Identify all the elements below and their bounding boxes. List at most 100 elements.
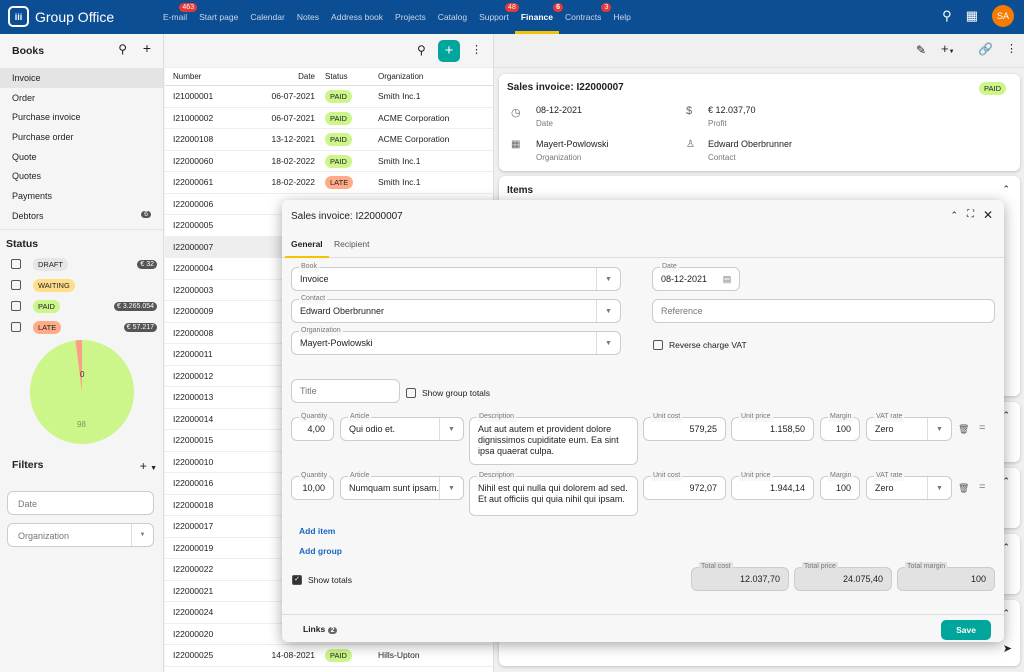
sidebar-item-quote[interactable]: Quote — [0, 147, 163, 167]
link-icon[interactable]: 🔗 — [978, 42, 993, 56]
checkbox[interactable] — [11, 322, 21, 332]
book-label: Purchase invoice — [12, 112, 81, 123]
drag-handle-icon[interactable]: = — [979, 481, 985, 493]
book-select[interactable]: Book Invoice ▼ — [291, 262, 621, 291]
organization-filter-input[interactable]: Organization ▼ — [7, 523, 154, 547]
organization-select[interactable]: Organization Mayert-Powlowski ▼ — [291, 326, 621, 355]
tab-general[interactable]: General — [285, 232, 329, 258]
contact-value[interactable]: Edward Oberbrunner — [708, 139, 792, 149]
status-filter-paid[interactable]: PAID € 3.265.054 — [0, 296, 163, 317]
unit-price-input[interactable]: Unit price 1.158,50 — [731, 412, 814, 441]
checkbox[interactable] — [11, 301, 21, 311]
nav-support[interactable]: Support 48 — [473, 0, 519, 34]
sidebar-item-order[interactable]: Order — [0, 88, 163, 108]
collapse-icon[interactable]: ⌃ — [950, 210, 958, 221]
show-group-totals-checkbox[interactable]: Show group totals — [406, 388, 490, 398]
sidebar-item-invoice[interactable]: Invoice — [0, 68, 163, 88]
description-textarea[interactable]: Description Aut aut autem et provident do… — [469, 412, 638, 465]
apps-grid-icon[interactable]: ▦ — [966, 8, 978, 24]
links-tab[interactable]: Links 2 — [303, 624, 338, 634]
dialog-title: Sales invoice: I22000007 — [291, 211, 403, 222]
close-icon[interactable]: ✕ — [983, 208, 993, 222]
book-label: Order — [12, 92, 36, 103]
quantity-input[interactable]: Quantity 4,00 — [291, 412, 334, 441]
checkbox[interactable] — [11, 280, 21, 290]
more-options-icon[interactable]: ⋮ — [471, 43, 482, 56]
nav-finance[interactable]: Finance 6 — [514, 0, 563, 34]
add-menu-button[interactable]: +▼ — [941, 41, 955, 56]
quantity-input[interactable]: Quantity 10,00 — [291, 471, 334, 500]
vat-rate-select[interactable]: VAT rate Zero ▼ — [866, 471, 952, 500]
nav-contracts[interactable]: Contracts 3 — [559, 0, 612, 34]
add-filter-button[interactable]: + ▼ — [140, 459, 157, 473]
send-icon[interactable]: ➤ — [1003, 642, 1012, 655]
delete-icon[interactable]: 🗑 — [958, 483, 969, 494]
tab-recipient[interactable]: Recipient — [328, 232, 375, 256]
chevron-down-icon: ▼ — [927, 418, 951, 440]
add-item-link[interactable]: Add item — [299, 526, 335, 536]
delete-icon[interactable]: 🗑 — [958, 424, 969, 435]
search-icon[interactable]: ⚲ — [118, 42, 127, 56]
vat-rate-select[interactable]: VAT rate Zero ▼ — [866, 412, 952, 441]
sidebar-item-purchase-order[interactable]: Purchase order — [0, 127, 163, 147]
nav-address-book[interactable]: Address book — [325, 0, 389, 34]
chevron-down-icon: ▼ — [596, 300, 620, 322]
sidebar-item-payments[interactable]: Payments — [0, 186, 163, 206]
nav-projects[interactable]: Projects — [389, 0, 432, 34]
table-row[interactable]: I21000002 06-07-2021 PAID ACME Corporation — [165, 108, 493, 129]
search-icon[interactable]: ⚲ — [417, 43, 426, 57]
column-header[interactable]: Status — [319, 72, 373, 81]
unit-price-input[interactable]: Unit price 1.944,14 — [731, 471, 814, 500]
date-input[interactable]: Date 08-12-2021 ▤ — [652, 262, 740, 291]
table-row[interactable]: I22000025 14-08-2021 PAID Hills-Upton — [165, 645, 493, 667]
sidebar-item-purchase-invoice[interactable]: Purchase invoice — [0, 107, 163, 127]
app-logo[interactable]: iii Group Office — [8, 6, 114, 27]
column-header[interactable]: Organization — [373, 72, 493, 81]
more-options-icon[interactable]: ⋮ — [1006, 42, 1017, 55]
sidebar-item-quotes[interactable]: Quotes — [0, 166, 163, 186]
show-totals-checkbox[interactable]: ✓ Show totals — [292, 575, 352, 585]
margin-input[interactable]: Margin 100 — [820, 471, 860, 500]
unit-cost-input[interactable]: Unit cost 579,25 — [643, 412, 726, 441]
description-textarea[interactable]: Description Nihil est qui nulla qui dolor… — [469, 471, 638, 516]
nav-start-page[interactable]: Start page — [193, 0, 244, 34]
book-label: Payments — [12, 191, 53, 202]
checkbox[interactable] — [11, 259, 21, 269]
add-group-link[interactable]: Add group — [299, 546, 342, 556]
nav-catalog[interactable]: Catalog — [432, 0, 473, 34]
add-icon[interactable]: + — [143, 40, 151, 56]
status-filter-late[interactable]: LATE € 57.217 — [0, 317, 163, 338]
unit-cost-input[interactable]: Unit cost 972,07 — [643, 471, 726, 500]
search-icon[interactable]: ⚲ — [942, 8, 952, 24]
title-input[interactable]: Title — [291, 379, 400, 403]
nav-calendar[interactable]: Calendar — [244, 0, 291, 34]
maximize-icon[interactable]: ⛶ — [967, 209, 974, 220]
organization-value[interactable]: Mayert-Powlowski — [536, 139, 609, 149]
collapse-icon[interactable]: ⌃ — [1002, 184, 1010, 195]
column-header[interactable]: Number — [165, 72, 253, 81]
contact-select[interactable]: Contact Edward Oberbrunner ▼ — [291, 294, 621, 323]
nav-help[interactable]: Help — [607, 0, 636, 34]
add-invoice-button[interactable]: + — [438, 40, 460, 62]
table-row[interactable]: I22000108 13-12-2021 PAID ACME Corporation — [165, 129, 493, 151]
chevron-down-icon[interactable]: ▼ — [131, 524, 153, 546]
nav-e-mail[interactable]: E-mail 463 — [157, 0, 198, 34]
save-button[interactable]: Save — [941, 620, 991, 640]
nav-notes[interactable]: Notes — [291, 0, 325, 34]
status-filter-waiting[interactable]: WAITING — [0, 275, 163, 296]
article-select[interactable]: Article Qui odio et. ▼ — [340, 412, 464, 441]
edit-icon[interactable]: ✎ — [916, 43, 926, 57]
table-row[interactable]: I22000060 18-02-2022 PAID Smith Inc.1 — [165, 151, 493, 172]
sidebar-item-debtors[interactable]: Debtors 6 — [0, 206, 163, 226]
date-filter-input[interactable]: Date — [7, 491, 154, 515]
reference-input[interactable]: Reference — [652, 299, 995, 323]
column-header[interactable]: Date — [253, 72, 319, 81]
margin-input[interactable]: Margin 100 — [820, 412, 860, 441]
status-filter-draft[interactable]: DRAFT € 32 — [0, 254, 163, 275]
table-row[interactable]: I22000061 18-02-2022 LATE Smith Inc.1 — [165, 172, 493, 194]
drag-handle-icon[interactable]: = — [979, 422, 985, 434]
article-select[interactable]: Article Numquam sunt ipsam. ▼ — [340, 471, 464, 500]
reverse-charge-vat-checkbox[interactable]: Reverse charge VAT — [653, 340, 747, 350]
avatar[interactable]: SA — [992, 5, 1014, 27]
table-row[interactable]: I21000001 06-07-2021 PAID Smith Inc.1 — [165, 86, 493, 108]
